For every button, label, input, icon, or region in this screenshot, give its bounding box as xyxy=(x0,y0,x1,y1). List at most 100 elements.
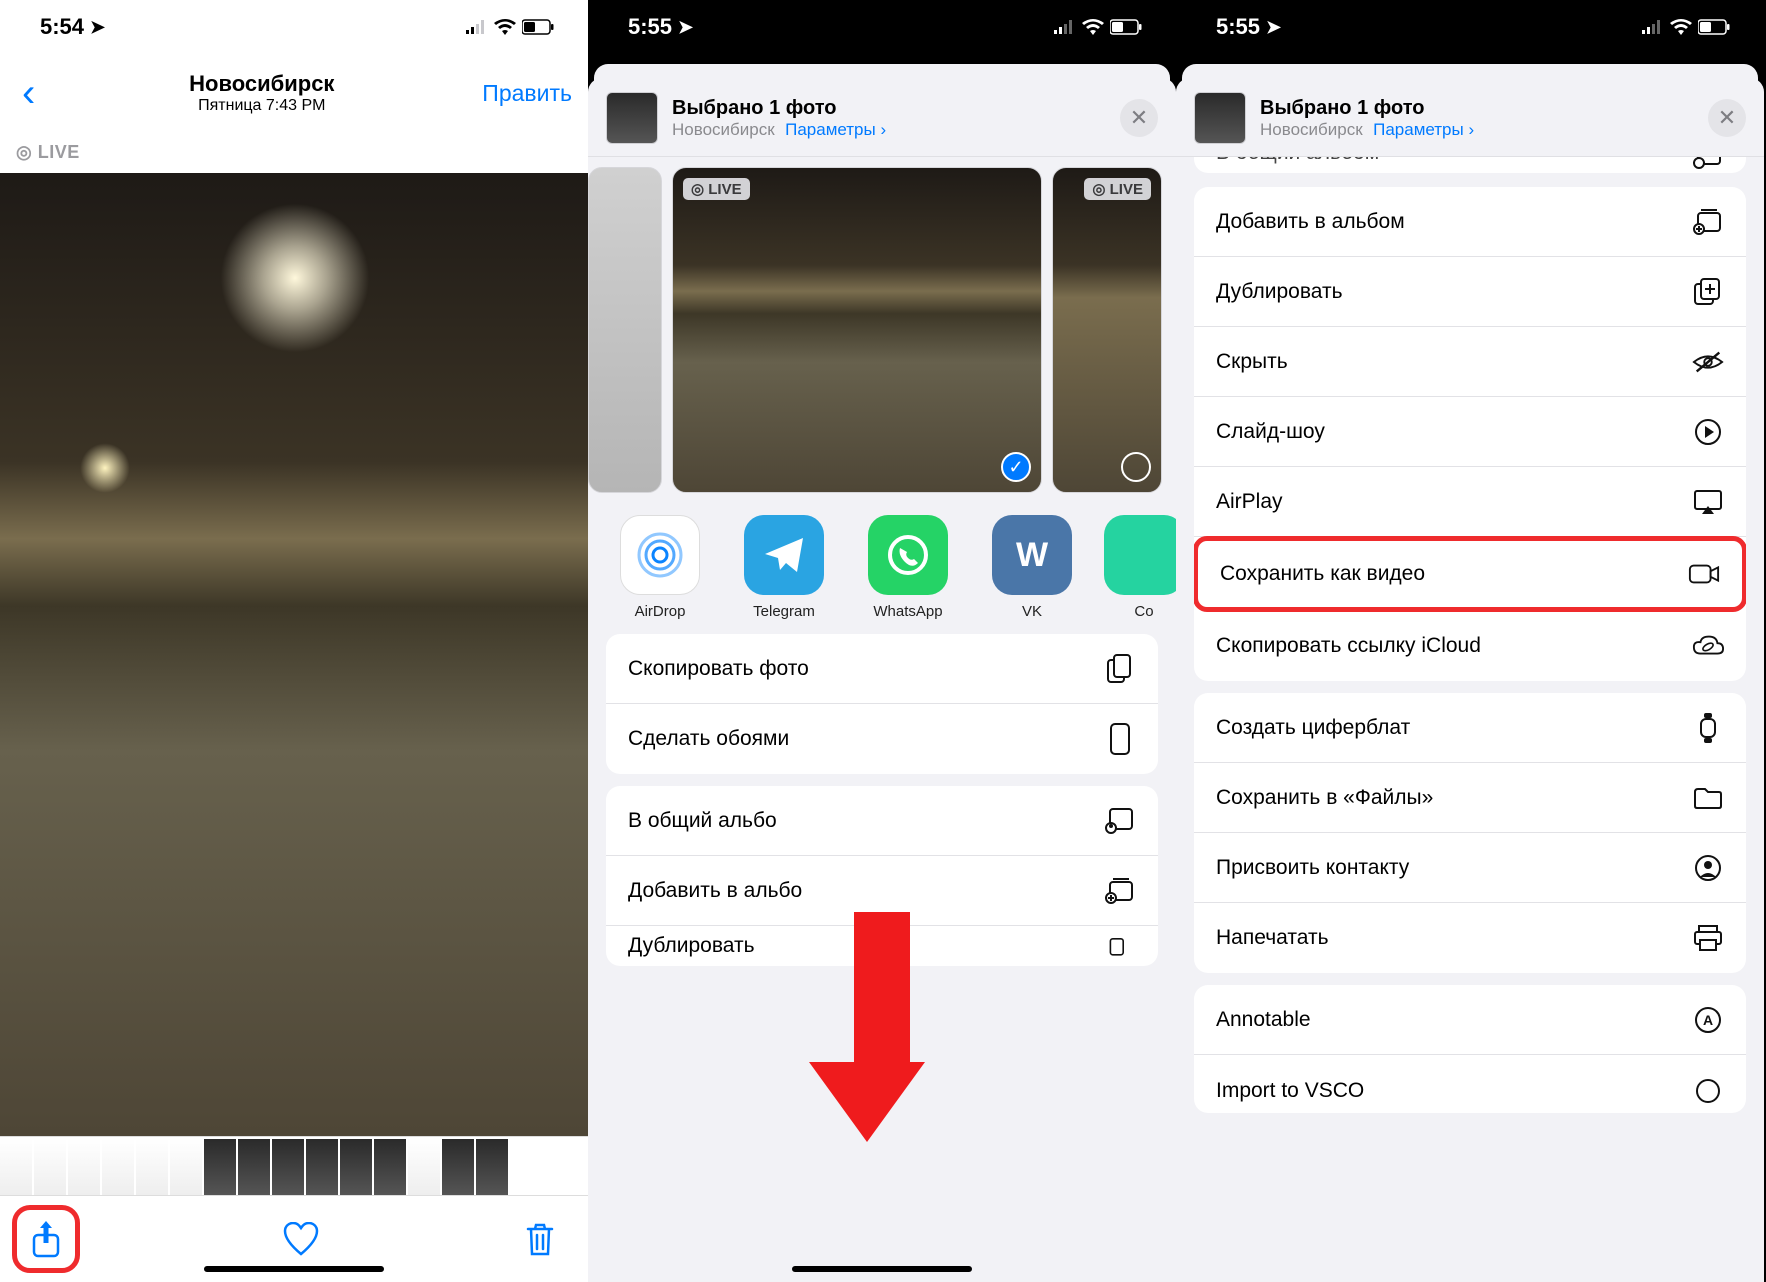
close-button[interactable]: ✕ xyxy=(1708,99,1746,137)
app-label: Co xyxy=(1104,603,1176,620)
action-label: В общий альбо xyxy=(628,809,777,833)
airplay-icon xyxy=(1692,486,1724,518)
svg-text:A: A xyxy=(1703,1012,1713,1028)
delete-button[interactable] xyxy=(522,1221,558,1257)
location-arrow-icon: ➤ xyxy=(1266,17,1281,38)
share-apps-row[interactable]: AirDrop Telegram WhatsApp W VK Co xyxy=(588,503,1176,628)
preview-thumb-selected[interactable]: ◎ LIVE ✓ xyxy=(672,167,1042,493)
video-icon xyxy=(1688,558,1720,590)
cellular-icon xyxy=(1642,20,1664,34)
actions-scroll[interactable]: В общий альбом Добавить в альбом Дублиро… xyxy=(1176,157,1764,1282)
add-album-icon xyxy=(1104,875,1136,907)
app-label: Telegram xyxy=(732,603,836,620)
copy-icon xyxy=(1104,653,1136,685)
action-label: Добавить в альбом xyxy=(1216,210,1405,234)
action-assign-contact[interactable]: Присвоить контакту xyxy=(1194,833,1746,903)
hide-icon xyxy=(1692,346,1724,378)
selection-check-icon[interactable]: ✓ xyxy=(1001,452,1031,482)
sheet-options-link[interactable]: Параметры › xyxy=(1373,120,1474,139)
action-label: Напечатать xyxy=(1216,926,1329,950)
phone-icon xyxy=(1104,723,1136,755)
favorite-button[interactable] xyxy=(283,1221,319,1257)
sheet-location: Новосибирск xyxy=(672,120,775,139)
app-label: VK xyxy=(980,603,1084,620)
action-print[interactable]: Напечатать xyxy=(1194,903,1746,973)
app-telegram[interactable]: Telegram xyxy=(732,515,836,620)
action-add-album[interactable]: Добавить в альбом xyxy=(1194,187,1746,257)
action-vsco-partial[interactable]: Import to VSCO xyxy=(1194,1055,1746,1113)
action-label: Слайд-шоу xyxy=(1216,420,1325,444)
app-vk[interactable]: W VK xyxy=(980,515,1084,620)
telegram-icon xyxy=(744,515,824,595)
action-label: В общий альбом xyxy=(1216,157,1379,165)
action-save-files[interactable]: Сохранить в «Файлы» xyxy=(1194,763,1746,833)
duplicate-icon xyxy=(1692,276,1724,308)
vsco-icon xyxy=(1692,1075,1724,1107)
action-airplay[interactable]: AirPlay xyxy=(1194,467,1746,537)
preview-thumb-prev[interactable] xyxy=(588,167,662,493)
action-hide[interactable]: Скрыть xyxy=(1194,327,1746,397)
main-photo[interactable] xyxy=(0,173,588,1136)
sheet-title: Выбрано 1 фото xyxy=(1260,97,1694,120)
share-button[interactable] xyxy=(28,1221,64,1257)
app-whatsapp[interactable]: WhatsApp xyxy=(856,515,960,620)
cellular-icon xyxy=(466,20,488,34)
action-save-as-video[interactable]: Сохранить как видео xyxy=(1194,536,1746,612)
action-add-album[interactable]: Добавить в альбо xyxy=(606,856,1158,926)
app-airdrop[interactable]: AirDrop xyxy=(608,515,712,620)
icloud-link-icon xyxy=(1692,630,1724,662)
action-label: Сохранить как видео xyxy=(1220,562,1425,586)
filmstrip[interactable] xyxy=(0,1136,588,1196)
selection-empty-icon[interactable] xyxy=(1121,452,1151,482)
vk-icon: W xyxy=(992,515,1072,595)
action-label: Создать циферблат xyxy=(1216,716,1410,740)
photo-previews[interactable]: ◎ LIVE ✓ ◎ LIVE xyxy=(588,157,1176,503)
airdrop-icon xyxy=(620,515,700,595)
action-slideshow[interactable]: Слайд-шоу xyxy=(1194,397,1746,467)
action-annotable[interactable]: Annotable A xyxy=(1194,985,1746,1055)
share-sheet: Выбрано 1 фото Новосибирск Параметры › ✕… xyxy=(1176,78,1764,1282)
action-label: Добавить в альбо xyxy=(628,879,802,903)
close-button[interactable]: ✕ xyxy=(1120,99,1158,137)
edit-button[interactable]: Править xyxy=(482,80,572,107)
action-set-wallpaper[interactable]: Сделать обоями xyxy=(606,704,1158,774)
whatsapp-icon xyxy=(868,515,948,595)
status-time: 5:54 xyxy=(40,14,84,40)
action-label: Сделать обоями xyxy=(628,727,789,751)
add-album-icon xyxy=(1692,206,1724,238)
action-copy-icloud[interactable]: Скопировать ссылку iCloud xyxy=(1194,611,1746,681)
status-bar: 5:54 ➤ xyxy=(0,0,588,54)
live-photo-badge: ◎ LIVE xyxy=(0,132,588,173)
action-duplicate[interactable]: Дублировать xyxy=(1194,257,1746,327)
action-watch-face[interactable]: Создать циферблат xyxy=(1194,693,1746,763)
home-indicator[interactable] xyxy=(792,1266,972,1272)
action-label: Annotable xyxy=(1216,1008,1311,1032)
partial-app-icon xyxy=(1104,515,1176,595)
sheet-header: Выбрано 1 фото Новосибирск Параметры › ✕ xyxy=(1176,78,1764,157)
location-arrow-icon: ➤ xyxy=(678,17,693,38)
action-copy-photo[interactable]: Скопировать фото xyxy=(606,634,1158,704)
nav-bar: ‹ Новосибирск Пятница 7:43 PM Править xyxy=(0,54,588,132)
home-indicator[interactable] xyxy=(204,1266,384,1272)
action-duplicate-partial[interactable]: Дублировать xyxy=(606,926,1158,966)
nav-title: Новосибирск Пятница 7:43 PM xyxy=(41,71,482,115)
share-highlight-ring xyxy=(12,1205,80,1273)
action-label: Скопировать ссылку iCloud xyxy=(1216,634,1481,658)
action-label: Дублировать xyxy=(628,934,755,958)
battery-icon xyxy=(522,19,554,35)
folder-icon xyxy=(1692,782,1724,814)
location-arrow-icon: ➤ xyxy=(90,17,105,38)
sheet-options-link[interactable]: Параметры › xyxy=(785,120,886,139)
panel-photo-viewer: 5:54 ➤ ‹ Новосибирск Пятница 7:43 PM Прав… xyxy=(0,0,588,1282)
nav-title-city: Новосибирск xyxy=(41,71,482,97)
action-shared-album[interactable]: В общий альбо xyxy=(606,786,1158,856)
back-button[interactable]: ‹ xyxy=(16,73,41,113)
app-label: AirDrop xyxy=(608,603,712,620)
wifi-icon xyxy=(494,19,516,35)
battery-icon xyxy=(1698,19,1730,35)
status-bar: 5:55➤ xyxy=(588,0,1176,54)
app-partial[interactable]: Co xyxy=(1104,515,1176,620)
action-label: Скопировать фото xyxy=(628,657,809,681)
preview-thumb-next[interactable]: ◎ LIVE xyxy=(1052,167,1162,493)
action-shared-album-peek[interactable]: В общий альбом xyxy=(1194,157,1746,173)
